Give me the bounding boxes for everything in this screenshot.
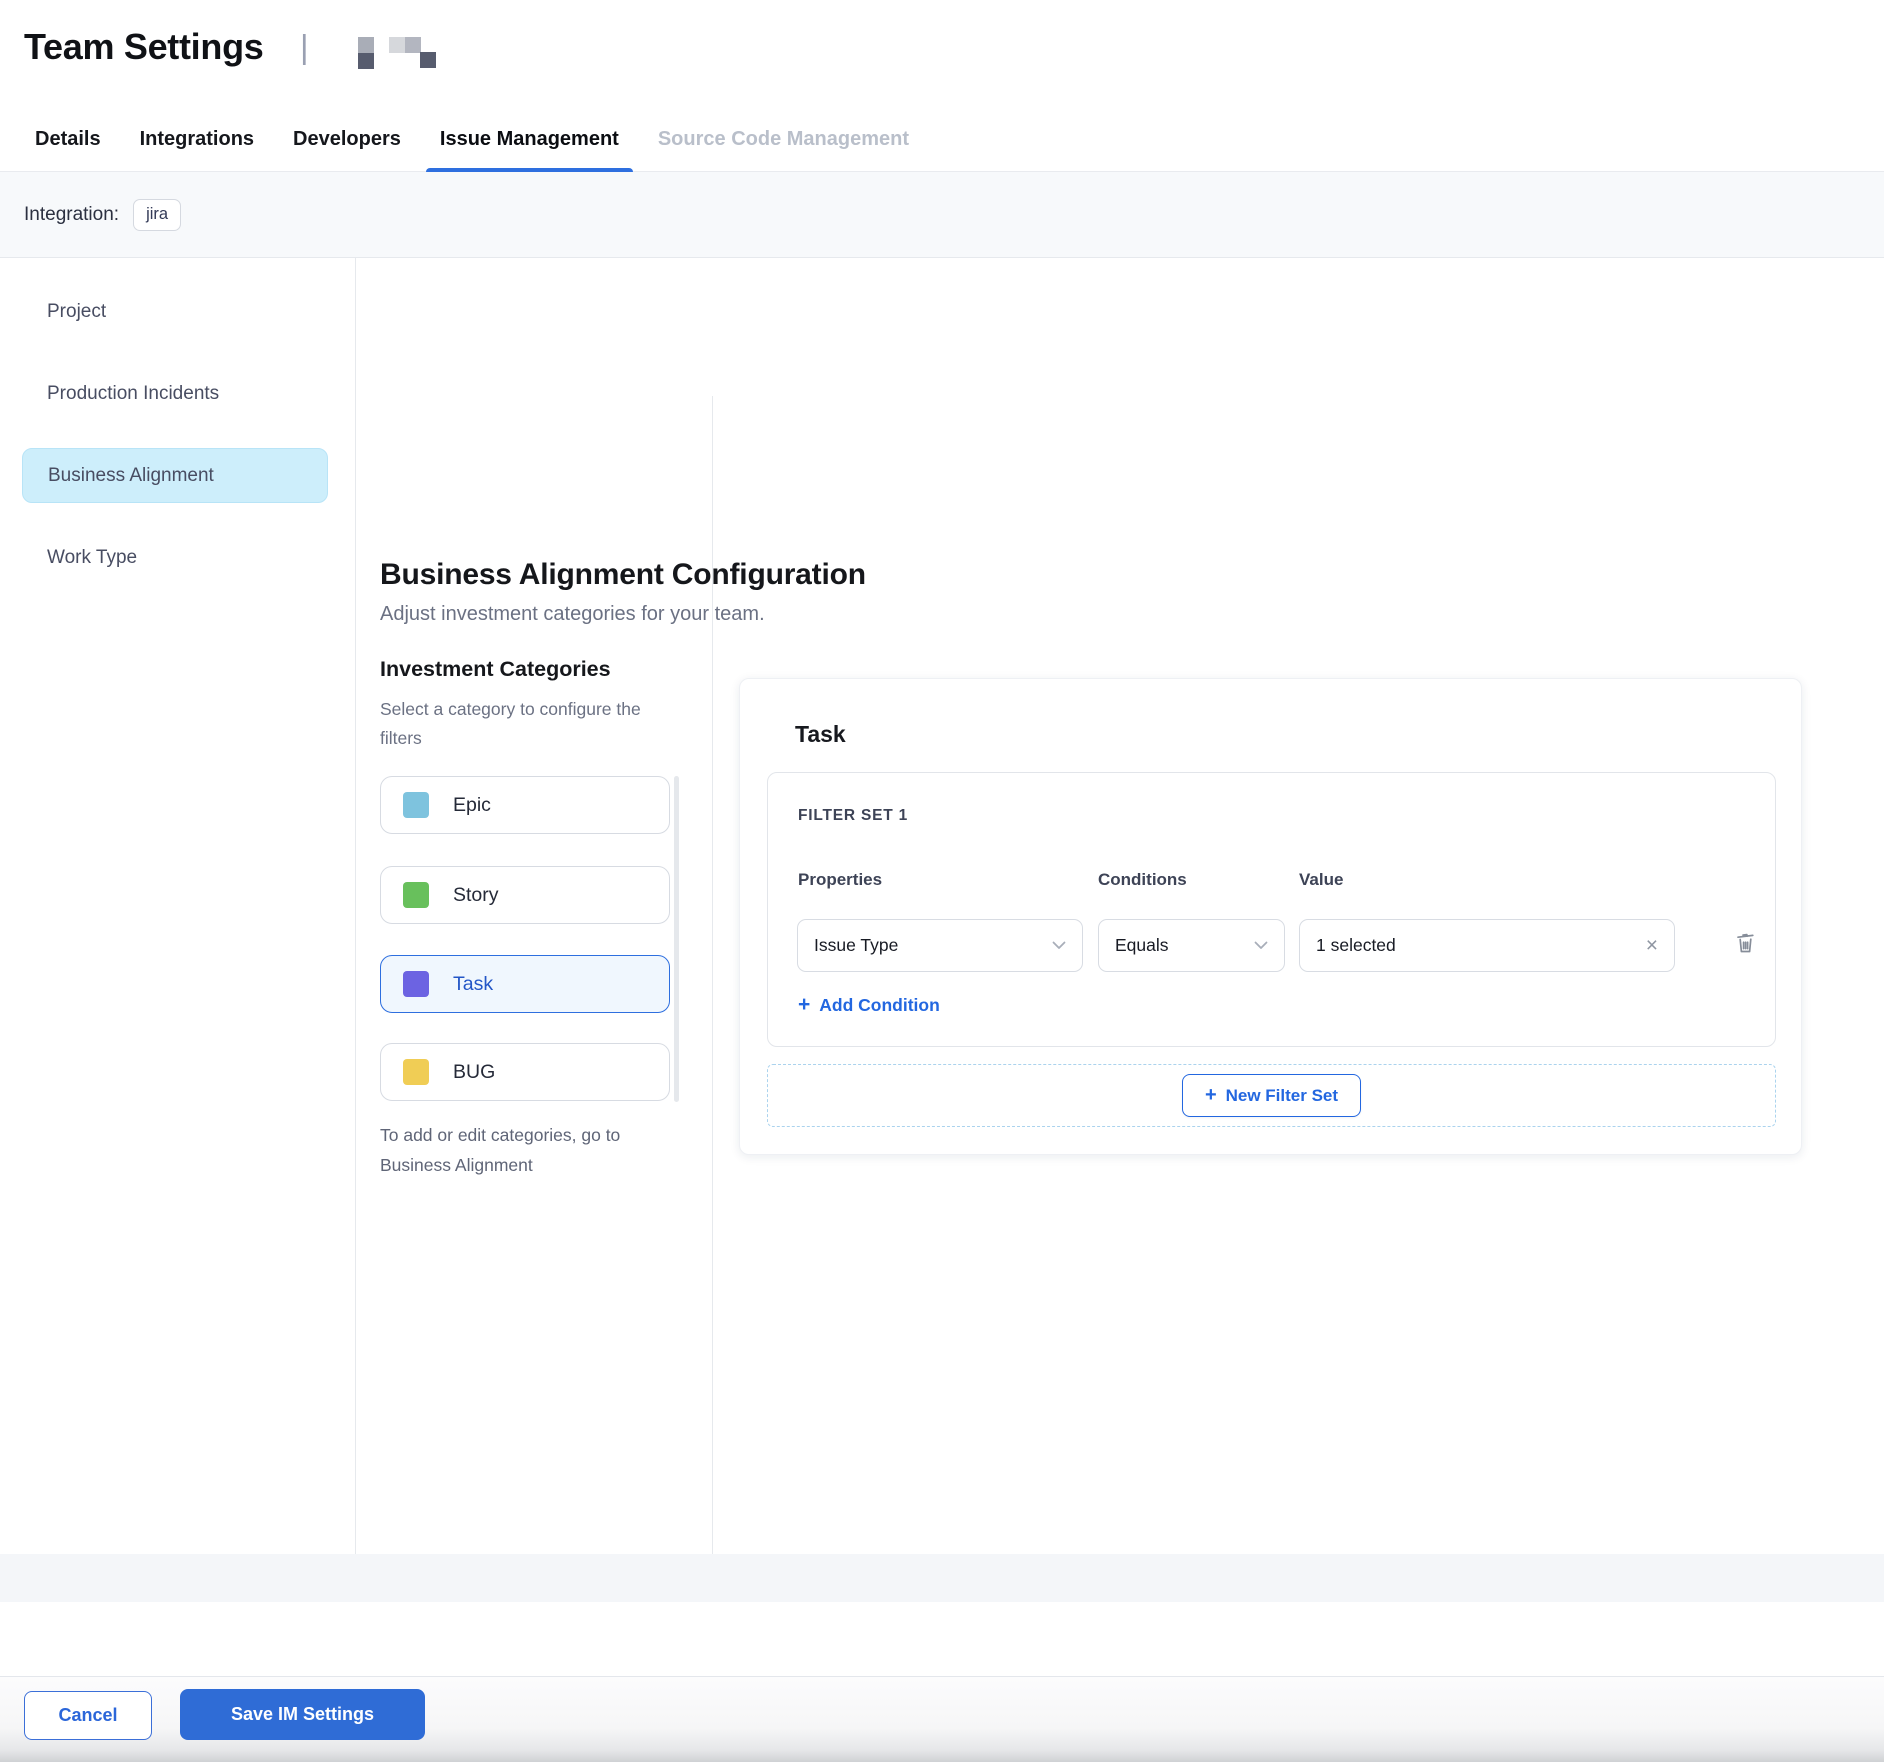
story-color-swatch [403, 882, 429, 908]
page-title: Team Settings [24, 26, 264, 68]
section-subheading: Adjust investment categories for your te… [380, 603, 765, 626]
property-dropdown[interactable]: Issue Type [797, 919, 1083, 972]
category-list-scrollbar[interactable] [674, 776, 679, 1102]
delete-condition-button[interactable] [1731, 925, 1761, 959]
bug-color-swatch [403, 1059, 429, 1085]
tab-details[interactable]: Details [35, 108, 101, 172]
trash-icon [1734, 929, 1758, 955]
new-filter-set-button[interactable]: + New Filter Set [1182, 1074, 1361, 1117]
sidebar-item-business-alignment[interactable]: Business Alignment [22, 448, 328, 503]
sidebar-item-production-incidents[interactable]: Production Incidents [22, 366, 328, 421]
title-separator: | [300, 28, 309, 66]
tab-source-code-management[interactable]: Source Code Management [658, 108, 909, 172]
integration-bar: Integration: jira [0, 172, 1884, 258]
page-background-band [0, 1554, 1884, 1602]
category-label: Epic [453, 794, 491, 817]
investment-categories-helper: Select a category to configure the filte… [380, 695, 665, 753]
column-header-properties: Properties [798, 870, 882, 890]
categories-note: To add or edit categories, go to Busines… [380, 1120, 665, 1180]
property-dropdown-value: Issue Type [814, 935, 898, 956]
team-settings-screen: Team Settings | Details Integrations Dev… [0, 0, 1884, 1762]
footer-bar: Cancel Save IM Settings [0, 1676, 1884, 1762]
column-header-value: Value [1299, 870, 1343, 890]
settings-sidenav: Project Production Incidents Business Al… [0, 258, 356, 1554]
sidebar-item-project[interactable]: Project [22, 284, 328, 339]
value-dropdown-value: 1 selected [1316, 935, 1396, 956]
value-dropdown[interactable]: 1 selected × [1299, 919, 1675, 972]
sidebar-item-work-type[interactable]: Work Type [22, 530, 328, 585]
task-color-swatch [403, 971, 429, 997]
category-button-bug[interactable]: BUG [380, 1043, 670, 1101]
filter-set-title: FILTER SET 1 [798, 807, 908, 825]
tab-integrations[interactable]: Integrations [140, 108, 254, 172]
tab-issue-management[interactable]: Issue Management [440, 108, 619, 172]
add-condition-label: Add Condition [819, 995, 940, 1016]
redacted-team-name-pixel [358, 37, 374, 53]
cancel-button[interactable]: Cancel [24, 1691, 152, 1740]
new-filter-set-label: New Filter Set [1226, 1086, 1338, 1106]
save-im-settings-button[interactable]: Save IM Settings [180, 1689, 425, 1740]
redacted-team-name-pixel [405, 37, 421, 53]
category-label: BUG [453, 1061, 495, 1084]
epic-color-swatch [403, 792, 429, 818]
content-area: Project Production Incidents Business Al… [0, 258, 1884, 1554]
filter-set-1-box: FILTER SET 1 Properties Conditions Value… [767, 772, 1776, 1047]
chevron-down-icon [1052, 941, 1066, 950]
category-button-story[interactable]: Story [380, 866, 670, 924]
redacted-team-name-pixel [420, 52, 436, 68]
plus-icon: + [798, 993, 810, 1017]
category-button-epic[interactable]: Epic [380, 776, 670, 834]
investment-categories-heading: Investment Categories [380, 657, 611, 682]
panel-title: Task [795, 721, 846, 748]
tab-bar: Details Integrations Developers Issue Ma… [0, 108, 1884, 172]
category-label: Story [453, 884, 499, 907]
integration-label: Integration: [24, 204, 119, 226]
column-header-conditions: Conditions [1098, 870, 1187, 890]
plus-icon: + [1205, 1084, 1217, 1107]
clear-value-icon[interactable]: × [1646, 935, 1658, 956]
redacted-team-name-pixel [358, 53, 374, 69]
condition-dropdown[interactable]: Equals [1098, 919, 1285, 972]
add-condition-button[interactable]: + Add Condition [798, 993, 940, 1017]
chevron-down-icon [1254, 941, 1268, 950]
section-heading: Business Alignment Configuration [380, 558, 866, 592]
redacted-team-name-pixel [389, 37, 405, 53]
category-label: Task [453, 973, 493, 996]
tab-developers[interactable]: Developers [293, 108, 401, 172]
condition-dropdown-value: Equals [1115, 935, 1169, 956]
integration-chip-jira: jira [133, 199, 181, 231]
category-button-task[interactable]: Task [380, 955, 670, 1013]
new-filter-set-zone: + New Filter Set [767, 1064, 1776, 1127]
task-filter-panel: Task FILTER SET 1 Properties Conditions … [739, 678, 1802, 1155]
